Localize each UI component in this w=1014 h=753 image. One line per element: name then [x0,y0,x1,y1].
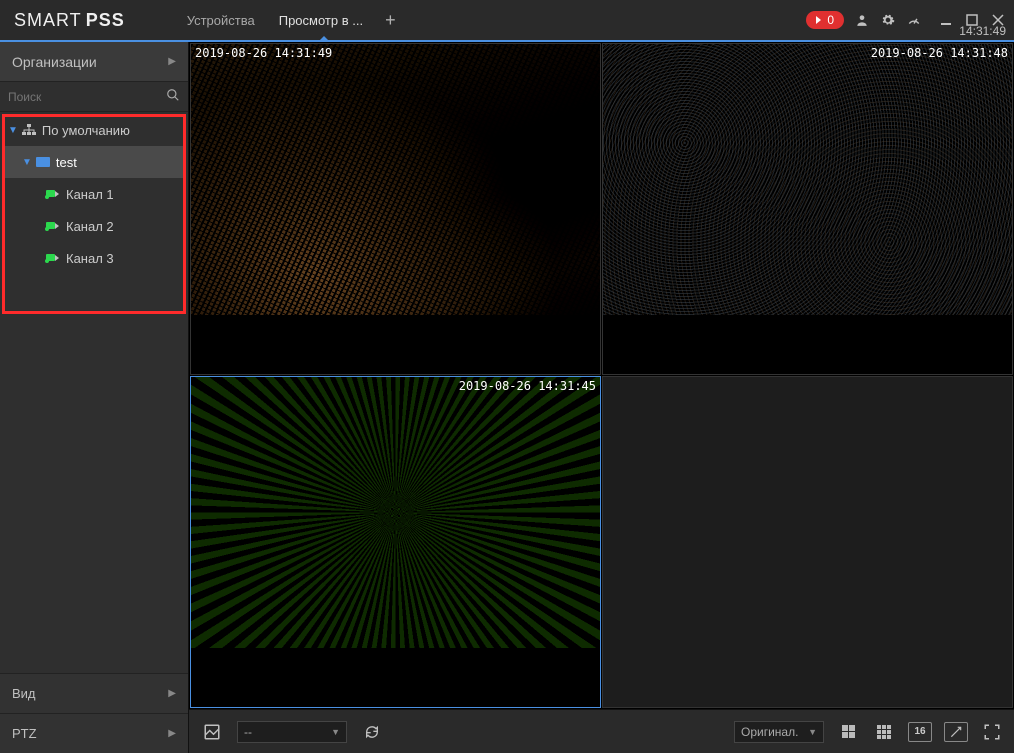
aspect-combo-value: Оригинал. [741,725,798,739]
sidebar-ptz-label: PTZ [12,726,37,741]
tree-root-label: По умолчанию [42,123,130,138]
layout-4-button[interactable] [836,722,860,742]
alert-badge[interactable]: 0 [806,11,844,29]
timestamp-overlay: 2019-08-26 14:31:45 [459,379,596,393]
chevron-down-icon: ▼ [808,727,817,737]
tab-add-button[interactable]: + [375,10,405,31]
aspect-combo[interactable]: Оригинал. ▼ [734,721,824,743]
tab-liveview-label: Просмотр в ... [279,13,363,28]
sidebar-ptz-panel[interactable]: PTZ ▶ [0,713,188,753]
video-toolbar: -- ▼ Оригинал. ▼ 16 [189,709,1014,753]
fullscreen-button[interactable] [980,722,1004,742]
tree-channel-2[interactable]: Канал 2 [2,210,186,242]
video-cell-1[interactable]: 2019-08-26 14:31:49 [190,43,601,375]
video-cell-2[interactable]: 2019-08-26 14:31:48 [602,43,1013,375]
layout-custom-button[interactable] [944,722,968,742]
gear-icon[interactable] [880,12,896,28]
logo-text-thin: SMART [14,10,82,31]
speaker-icon [816,16,821,24]
tab-devices-label: Устройства [187,13,255,28]
layout-16-button[interactable]: 16 [908,722,932,742]
sidebar-section-label: Организации [12,54,97,70]
tree-channel-label: Канал 3 [66,251,114,266]
layout-9-button[interactable] [872,722,896,742]
search-input[interactable] [8,90,166,104]
sidebar-section-organizations[interactable]: Организации ▶ [0,42,188,82]
minimize-button[interactable] [938,12,954,28]
sidebar-search [0,82,188,112]
sitemap-icon [22,124,36,136]
title-bar: SMART PSS Устройства Просмотр в ... + 0 [0,0,1014,40]
user-icon[interactable] [854,12,870,28]
logo-text-bold: PSS [86,10,125,31]
tree-channel-3[interactable]: Канал 3 [2,242,186,274]
sidebar-view-label: Вид [12,686,36,701]
camera-icon [46,221,60,231]
main-tabs: Устройства Просмотр в ... + [175,0,405,40]
timestamp-overlay: 2019-08-26 14:31:49 [195,46,332,60]
tree-channel-label: Канал 2 [66,219,114,234]
tab-devices[interactable]: Устройства [175,0,267,40]
snapshot-button[interactable] [199,719,225,745]
sidebar-view-panel[interactable]: Вид ▶ [0,673,188,713]
chevron-right-icon: ▶ [168,56,176,67]
refresh-button[interactable] [359,719,385,745]
tree-channel-label: Канал 1 [66,187,114,202]
chevron-right-icon: ▶ [168,688,176,699]
tree-device-label: test [56,155,77,170]
video-cell-4[interactable] [602,376,1013,708]
tree-root-default[interactable]: ▼ По умолчанию [2,114,186,146]
device-tree: ▼ По умолчанию ▼ test Канал 1 [0,112,188,673]
stream-combo[interactable]: -- ▼ [237,721,347,743]
gauge-icon[interactable] [906,12,922,28]
tree-channel-1[interactable]: Канал 1 [2,178,186,210]
camera-icon [46,189,60,199]
search-icon[interactable] [166,88,180,105]
layout-16-label: 16 [914,726,925,737]
clock: 14:31:49 [959,24,1006,38]
app-logo: SMART PSS [8,10,125,31]
tree-device-test[interactable]: ▼ test [2,146,186,178]
video-grid: 2019-08-26 14:31:49 2019-08-26 14:31:48 … [189,42,1014,709]
chevron-down-icon: ▼ [331,727,340,737]
sidebar: Организации ▶ ▼ По умолчанию [0,42,189,753]
alert-count: 0 [827,13,834,27]
chevron-right-icon: ▶ [168,728,176,739]
timestamp-overlay: 2019-08-26 14:31:48 [871,46,1008,60]
stream-combo-value: -- [244,725,252,739]
device-icon [36,157,50,167]
video-cell-3[interactable]: 2019-08-26 14:31:45 [190,376,601,708]
caret-down-icon: ▼ [8,125,18,136]
tab-liveview[interactable]: Просмотр в ... [267,0,375,40]
camera-icon [46,253,60,263]
caret-down-icon: ▼ [22,157,32,168]
